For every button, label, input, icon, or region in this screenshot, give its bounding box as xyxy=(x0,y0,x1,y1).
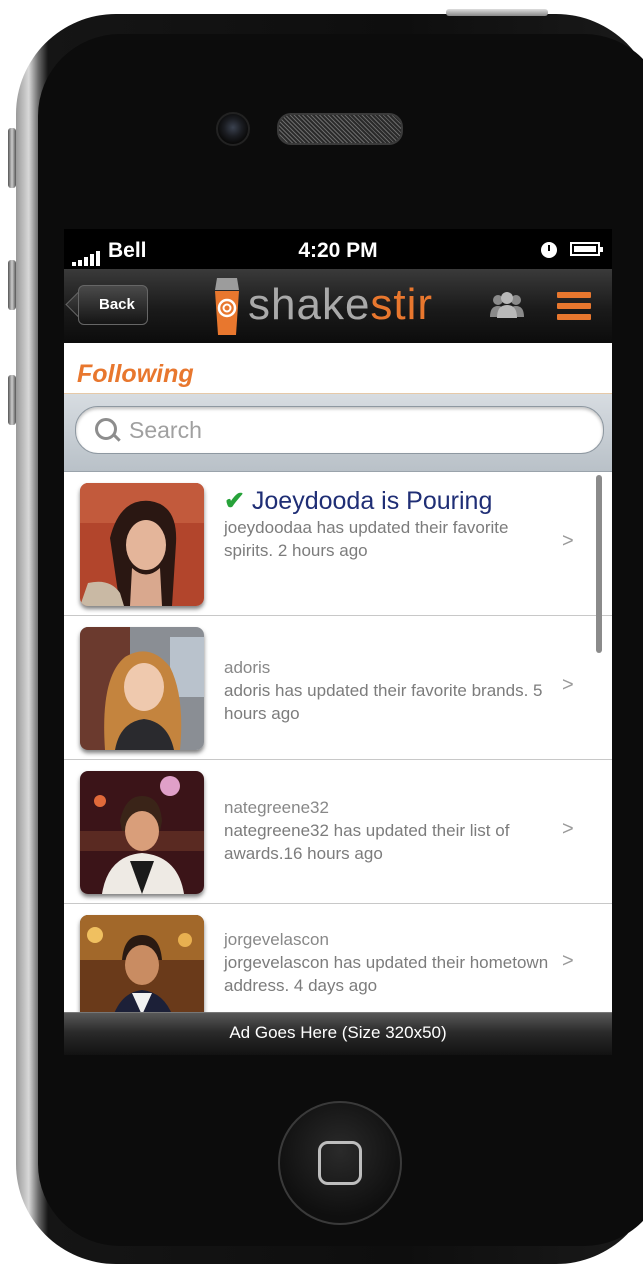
power-button xyxy=(446,9,548,16)
avatar xyxy=(80,483,204,606)
app-logo: shakestir xyxy=(248,277,433,333)
home-button[interactable] xyxy=(278,1101,402,1225)
search-input[interactable] xyxy=(129,407,569,453)
earpiece-speaker xyxy=(277,113,403,145)
list-item-name: jorgevelascon xyxy=(224,930,329,949)
list-item-name: Joeydooda is Pouring xyxy=(251,487,493,515)
chevron-right-icon: > xyxy=(562,818,574,840)
battery-icon xyxy=(570,242,603,256)
section-header: Following xyxy=(64,343,612,394)
scrollbar[interactable] xyxy=(596,475,602,653)
following-list: ✔ Joeydooda is Pouring joeydoodaa has up… xyxy=(64,472,612,1048)
logo-text-shake: shake xyxy=(248,280,371,329)
list-item-text: ✔ Joeydooda is Pouring joeydoodaa has up… xyxy=(224,486,554,562)
alarm-clock-icon xyxy=(541,242,557,258)
ad-banner[interactable]: Ad Goes Here (Size 320x50) xyxy=(64,1012,612,1055)
volume-down-button xyxy=(8,375,16,425)
page-title: Following xyxy=(77,360,194,388)
volume-up-button xyxy=(8,260,16,310)
front-camera xyxy=(216,112,250,146)
status-bar: Bell 4:20 PM xyxy=(64,229,612,269)
search-field[interactable] xyxy=(75,406,604,454)
hamburger-menu-icon[interactable] xyxy=(557,292,591,320)
search-bar xyxy=(64,394,612,472)
home-square-icon xyxy=(318,1141,362,1185)
logo-text-stir: stir xyxy=(370,280,434,329)
search-icon xyxy=(95,418,117,440)
list-item-message: nategreene32 has updated their list of a… xyxy=(224,821,510,863)
list-item[interactable]: nategreene32 nategreene32 has updated th… xyxy=(64,760,612,904)
list-item-message: jorgevelascon has updated their hometown… xyxy=(224,953,549,995)
chevron-right-icon: > xyxy=(562,950,574,972)
list-item-name: adoris xyxy=(224,658,271,677)
checkmark-icon: ✔ xyxy=(224,487,245,515)
list-item-message: joeydoodaa has updated their favorite sp… xyxy=(224,518,509,560)
list-item[interactable]: ✔ Joeydooda is Pouring joeydoodaa has up… xyxy=(64,472,612,616)
list-item-text: jorgevelascon jorgevelascon has updated … xyxy=(224,928,554,997)
list-item-title: ✔ Joeydooda is Pouring xyxy=(224,486,554,516)
app-screen: Bell 4:20 PM Back shakestir Following Se… xyxy=(64,229,612,1055)
chevron-right-icon: > xyxy=(562,674,574,696)
list-item-name: nategreene32 xyxy=(224,798,329,817)
list-item[interactable]: adoris adoris has updated their favorite… xyxy=(64,616,612,760)
shaker-logo-icon xyxy=(215,278,239,335)
people-icon[interactable] xyxy=(489,291,525,319)
mute-switch xyxy=(8,128,16,188)
nav-bar: Back shakestir xyxy=(64,269,612,343)
back-button[interactable]: Back xyxy=(78,285,148,325)
avatar xyxy=(80,771,204,894)
list-item-text: adoris adoris has updated their favorite… xyxy=(224,656,554,725)
chevron-right-icon: > xyxy=(562,530,574,552)
list-item-message: adoris has updated their favorite brands… xyxy=(224,681,543,723)
avatar xyxy=(80,627,204,750)
status-time: 4:20 PM xyxy=(298,239,378,262)
list-item-text: nategreene32 nategreene32 has updated th… xyxy=(224,796,554,865)
